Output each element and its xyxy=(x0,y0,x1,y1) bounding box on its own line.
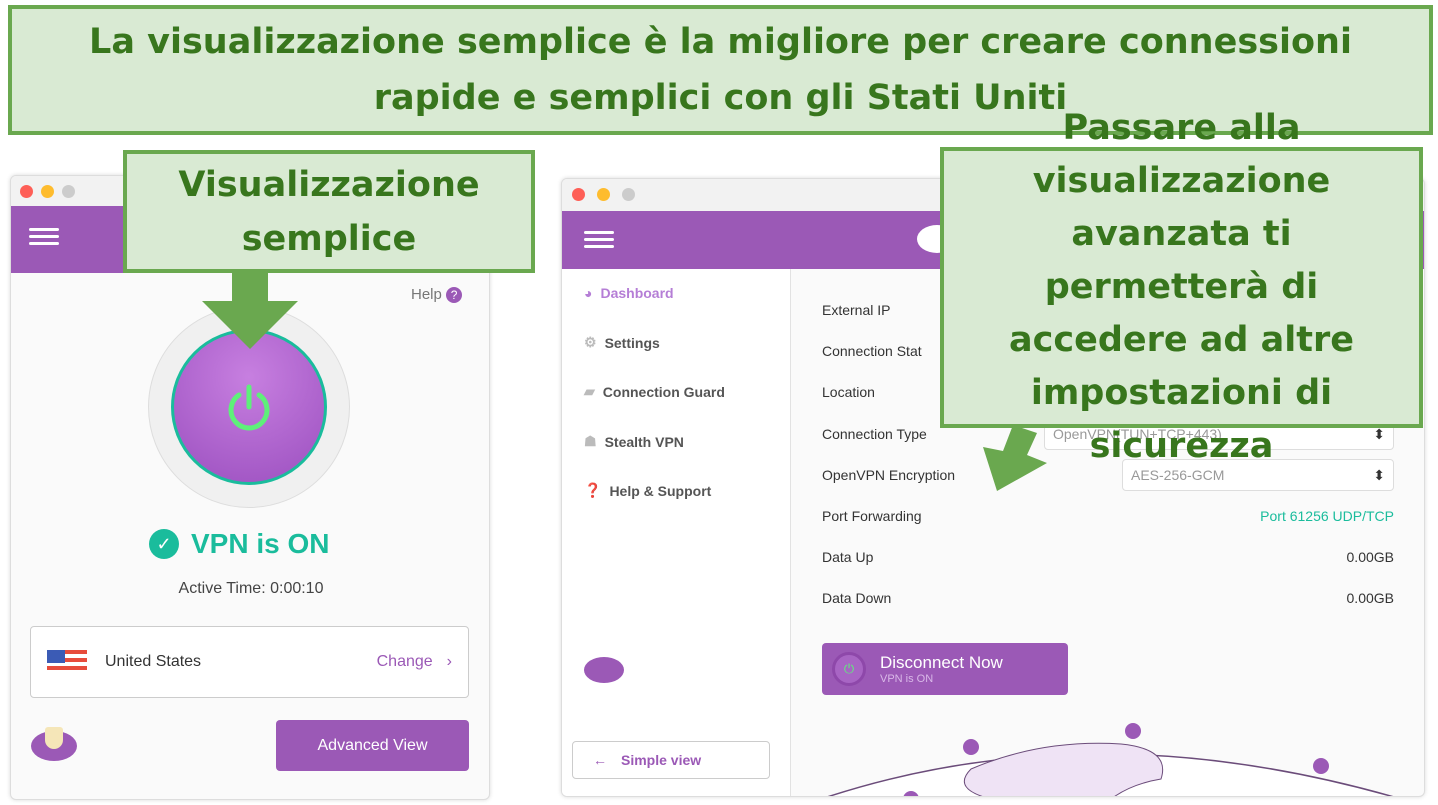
sidebar: ◕ Dashboard ⚙ Settings ▰ Connection Guard ☗… xyxy=(562,269,791,796)
active-time: Active Time: 0:00:10 xyxy=(178,580,324,597)
sidebar-item-connection-guard[interactable]: ▰ Connection Guard xyxy=(584,383,725,400)
close-button[interactable] xyxy=(572,188,585,201)
help-label: Help xyxy=(411,286,442,303)
logo-icon xyxy=(584,657,624,683)
menu-icon[interactable] xyxy=(29,224,59,248)
row-data-up: Data Up 0.00GB xyxy=(822,547,1394,567)
sidebar-item-dashboard[interactable]: ◕ Dashboard xyxy=(584,285,674,301)
maximize-button[interactable] xyxy=(622,188,635,201)
sidebar-item-settings[interactable]: ⚙ Settings xyxy=(584,334,660,351)
sidebar-label: Help & Support xyxy=(609,482,712,499)
row-value: 0.00GB xyxy=(1346,590,1394,606)
logo-icon xyxy=(31,727,77,761)
status-text: VPN is ON xyxy=(191,528,330,559)
callout-simple-view: Visualizzazione semplice xyxy=(123,150,535,273)
row-label: Connection Type xyxy=(822,426,927,442)
stealth-icon: ☗ xyxy=(584,433,597,449)
us-flag-icon xyxy=(47,650,87,674)
power-icon xyxy=(228,384,270,431)
simple-view-label: Simple view xyxy=(621,752,702,768)
globe-illustration xyxy=(827,723,1394,796)
gear-icon: ⚙ xyxy=(584,334,597,350)
help-link[interactable]: Help ? xyxy=(411,286,463,303)
country-name: United States xyxy=(105,653,202,670)
sidebar-label: Dashboard xyxy=(600,285,674,301)
menu-icon[interactable] xyxy=(584,227,614,251)
callout-advanced-view: Passare alla visualizzazione avanzata ti… xyxy=(940,108,1423,466)
help-icon: ❓ xyxy=(584,482,602,498)
row-port-forwarding: Port Forwarding Port 61256 UDP/TCP xyxy=(822,506,1394,526)
minimize-button[interactable] xyxy=(597,188,610,201)
row-label: Port Forwarding xyxy=(822,508,922,524)
row-value: 0.00GB xyxy=(1346,549,1394,565)
power-button[interactable] xyxy=(171,329,327,485)
sidebar-label: Stealth VPN xyxy=(604,433,684,450)
minimize-button[interactable] xyxy=(41,185,54,198)
country-selector[interactable]: United States Change › xyxy=(30,626,469,698)
row-label: Location xyxy=(822,384,875,400)
row-label: External IP xyxy=(822,302,891,318)
disconnect-button[interactable]: ⏻ Disconnect Now VPN is ON xyxy=(822,643,1068,695)
help-icon: ? xyxy=(446,287,463,303)
sidebar-label: Connection Guard xyxy=(602,383,725,400)
dashboard-icon: ◕ xyxy=(584,285,593,301)
row-label: Data Down xyxy=(822,590,892,606)
sidebar-label: Settings xyxy=(604,334,660,351)
row-label: OpenVPN Encryption xyxy=(822,467,956,483)
advanced-view-button[interactable]: Advanced View xyxy=(276,720,469,771)
row-label: Data Up xyxy=(822,549,874,565)
disconnect-label: Disconnect Now xyxy=(880,653,1003,672)
check-icon: ✓ xyxy=(149,529,179,559)
close-button[interactable] xyxy=(20,185,33,198)
vpn-status: ✓ VPN is ON xyxy=(149,528,329,560)
sidebar-item-stealth-vpn[interactable]: ☗ Stealth VPN xyxy=(584,433,684,450)
sidebar-item-help-support[interactable]: ❓ Help & Support xyxy=(584,482,711,499)
disconnect-sub: VPN is ON xyxy=(880,673,934,685)
callout-text: Visualizzazione semplice xyxy=(178,164,480,259)
arrow-down-icon xyxy=(202,273,298,349)
row-data-down: Data Down 0.00GB xyxy=(822,588,1394,608)
chevron-right-icon: › xyxy=(446,653,452,670)
tag-icon: ▰ xyxy=(584,383,595,399)
port-value: Port 61256 UDP/TCP xyxy=(1260,508,1394,524)
maximize-button[interactable] xyxy=(62,185,75,198)
arrow-left-icon: ← xyxy=(593,752,607,768)
arrow-down-left-icon xyxy=(983,425,1047,491)
power-icon: ⏻ xyxy=(832,652,866,686)
row-label: Connection Stat xyxy=(822,343,922,359)
change-link[interactable]: Change xyxy=(377,653,433,671)
simple-view-button[interactable]: ← Simple view xyxy=(572,741,770,779)
callout-text: Passare alla visualizzazione avanzata ti… xyxy=(1008,108,1355,466)
